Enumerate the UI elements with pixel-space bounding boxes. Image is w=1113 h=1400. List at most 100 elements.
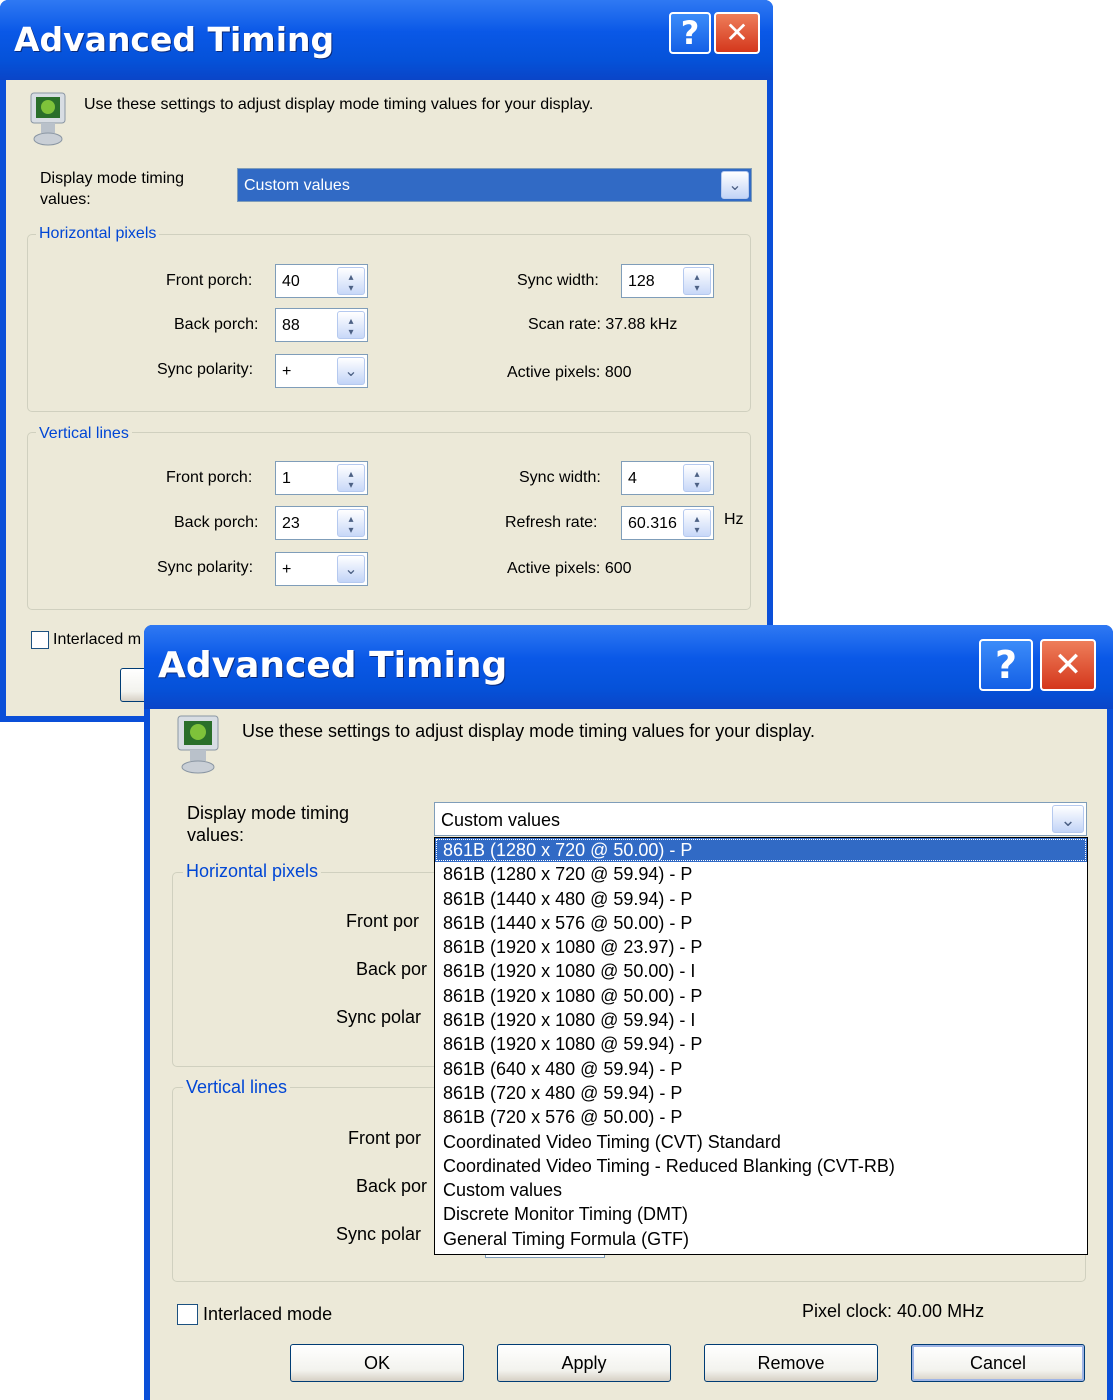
- front-client-area: Use these settings to adjust display mod…: [150, 709, 1107, 1400]
- monitor-icon: [176, 714, 224, 776]
- ok-button[interactable]: OK: [290, 1344, 464, 1382]
- front-v-back-porch-label: Back por: [356, 1176, 428, 1196]
- chevron-down-icon[interactable]: ⌄: [721, 171, 749, 199]
- h-back-porch-value: 88: [282, 317, 300, 334]
- v-back-porch-label: Back porch:: [174, 514, 259, 531]
- back-interlaced-checkbox[interactable]: [31, 631, 49, 649]
- front-close-button[interactable]: ✕: [1040, 639, 1096, 691]
- v-refresh-rate-spinner[interactable]: 60.316 ▴ ▾: [621, 506, 714, 540]
- h-sync-polarity-label: Sync polarity:: [157, 361, 254, 378]
- dropdown-option[interactable]: General Timing Formula (GTF): [435, 1227, 1087, 1251]
- front-vertical-title: Vertical lines: [183, 1077, 291, 1098]
- chevron-down-icon[interactable]: ⌄: [1052, 805, 1084, 833]
- h-active-pixels: Active pixels: 800: [507, 364, 632, 381]
- chevron-down-icon[interactable]: ⌄: [337, 357, 365, 385]
- h-back-porch-spinner[interactable]: 88 ▴ ▾: [275, 308, 368, 342]
- v-sync-polarity-value: +: [282, 561, 292, 578]
- dropdown-option[interactable]: 861B (1920 x 1080 @ 50.00) - I: [435, 959, 1087, 983]
- front-window-title: Advanced Timing: [158, 645, 508, 686]
- h-sync-width-value: 128: [628, 273, 655, 290]
- interlaced-mode-checkbox[interactable]: [177, 1304, 198, 1325]
- front-mode-label-1: Display mode timing: [187, 803, 350, 823]
- monitor-icon: [29, 91, 69, 149]
- dropdown-option[interactable]: 861B (1440 x 480 @ 59.94) - P: [435, 887, 1087, 911]
- v-refresh-rate-unit: Hz: [724, 511, 744, 528]
- cancel-button[interactable]: Cancel: [911, 1344, 1085, 1382]
- h-sync-width-spinner[interactable]: 128 ▴ ▾: [621, 264, 714, 298]
- h-front-porch-spinner[interactable]: 40 ▴ ▾: [275, 264, 368, 298]
- v-sync-polarity-select[interactable]: + ⌄: [275, 552, 368, 586]
- front-h-back-porch-label: Back por: [356, 959, 428, 979]
- front-intro-text: Use these settings to adjust display mod…: [242, 721, 815, 741]
- dropdown-option[interactable]: Coordinated Video Timing - Reduced Blank…: [435, 1154, 1087, 1178]
- v-front-porch-label: Front porch:: [166, 469, 253, 486]
- back-mode-label-1: Display mode timing: [40, 170, 185, 187]
- back-intro-text: Use these settings to adjust display mod…: [84, 96, 594, 113]
- front-dialog-window: Advanced Timing ? ✕ Use these settings t…: [144, 625, 1113, 1400]
- spinner-arrows-icon[interactable]: ▴ ▾: [337, 509, 365, 537]
- back-window-title: Advanced Timing: [14, 20, 335, 59]
- dropdown-option[interactable]: 861B (1920 x 1080 @ 23.97) - P: [435, 935, 1087, 959]
- back-mode-label-2: values:: [40, 191, 91, 208]
- back-mode-select[interactable]: Custom values ⌄: [237, 168, 752, 202]
- v-refresh-rate-value: 60.316: [628, 515, 677, 532]
- h-back-porch-label: Back porch:: [174, 316, 259, 333]
- spinner-arrows-icon[interactable]: ▴ ▾: [337, 311, 365, 339]
- v-sync-width-value: 4: [628, 470, 637, 487]
- dropdown-option[interactable]: 861B (720 x 480 @ 59.94) - P: [435, 1081, 1087, 1105]
- back-client-area: Use these settings to adjust display mod…: [6, 80, 767, 716]
- dropdown-option[interactable]: 861B (1920 x 1080 @ 59.94) - P: [435, 1032, 1087, 1056]
- dropdown-option[interactable]: 861B (1280 x 720 @ 50.00) - P: [435, 838, 1087, 863]
- back-horizontal-title: Horizontal pixels: [36, 225, 160, 243]
- h-sync-polarity-select[interactable]: + ⌄: [275, 354, 368, 388]
- v-back-porch-value: 23: [282, 515, 300, 532]
- front-v-sync-polarity-label: Sync polar: [336, 1224, 422, 1244]
- front-h-front-porch-label: Front por: [346, 911, 420, 931]
- back-vertical-title: Vertical lines: [36, 425, 132, 443]
- interlaced-mode-label: Interlaced mode: [203, 1304, 333, 1324]
- front-mode-select-value: Custom values: [441, 810, 561, 830]
- dropdown-option[interactable]: 861B (1920 x 1080 @ 50.00) - P: [435, 984, 1087, 1008]
- v-sync-width-spinner[interactable]: 4 ▴ ▾: [621, 461, 714, 495]
- h-sync-polarity-value: +: [282, 363, 292, 380]
- spinner-arrows-icon[interactable]: ▴ ▾: [337, 267, 365, 295]
- dropdown-option[interactable]: 861B (1440 x 576 @ 50.00) - P: [435, 911, 1087, 935]
- front-title-bar[interactable]: Advanced Timing ? ✕: [144, 625, 1113, 709]
- front-v-front-porch-label: Front por: [348, 1128, 422, 1148]
- dropdown-options: 861B (1280 x 720 @ 50.00) - P 861B (1280 …: [435, 838, 1087, 1251]
- v-sync-polarity-label: Sync polarity:: [157, 559, 254, 576]
- front-help-button[interactable]: ?: [979, 639, 1033, 691]
- apply-button[interactable]: Apply: [497, 1344, 671, 1382]
- front-mode-select[interactable]: Custom values ⌄: [434, 802, 1087, 836]
- v-front-porch-spinner[interactable]: 1 ▴ ▾: [275, 461, 368, 495]
- dropdown-option[interactable]: Custom values: [435, 1178, 1087, 1202]
- v-back-porch-spinner[interactable]: 23 ▴ ▾: [275, 506, 368, 540]
- v-active-pixels: Active pixels: 600: [507, 560, 632, 577]
- spinner-arrows-icon[interactable]: ▴ ▾: [337, 464, 365, 492]
- h-scan-rate: Scan rate: 37.88 kHz: [528, 316, 678, 333]
- front-horizontal-title: Horizontal pixels: [183, 861, 322, 882]
- back-close-button[interactable]: ✕: [714, 12, 760, 54]
- dropdown-option[interactable]: 861B (640 x 480 @ 59.94) - P: [435, 1057, 1087, 1081]
- back-help-button[interactable]: ?: [669, 12, 711, 54]
- spinner-arrows-icon[interactable]: ▴ ▾: [683, 464, 711, 492]
- back-title-bar[interactable]: Advanced Timing ? ✕: [0, 0, 773, 80]
- h-sync-width-label: Sync width:: [517, 272, 599, 289]
- h-front-porch-label: Front porch:: [166, 272, 253, 289]
- chevron-down-icon[interactable]: ⌄: [337, 555, 365, 583]
- back-dialog-window: Advanced Timing ? ✕ Use these settings t…: [0, 0, 773, 722]
- dropdown-option[interactable]: Coordinated Video Timing (CVT) Standard: [435, 1130, 1087, 1154]
- v-front-porch-value: 1: [282, 470, 291, 487]
- h-front-porch-value: 40: [282, 273, 300, 290]
- spinner-arrows-icon[interactable]: ▴ ▾: [683, 267, 711, 295]
- remove-button[interactable]: Remove: [704, 1344, 878, 1382]
- dropdown-option[interactable]: 861B (1280 x 720 @ 59.94) - P: [435, 862, 1087, 886]
- spinner-arrows-icon[interactable]: ▴ ▾: [683, 509, 711, 537]
- dropdown-option[interactable]: Discrete Monitor Timing (DMT): [435, 1202, 1087, 1226]
- pixel-clock-readout: Pixel clock: 40.00 MHz: [802, 1301, 985, 1321]
- mode-dropdown-list[interactable]: 861B (1280 x 720 @ 50.00) - P 861B (1280 …: [434, 837, 1088, 1255]
- front-mode-label-2: values:: [187, 825, 245, 845]
- dropdown-option[interactable]: 861B (1920 x 1080 @ 59.94) - I: [435, 1008, 1087, 1032]
- back-interlaced-label: Interlaced m: [53, 631, 142, 648]
- dropdown-option[interactable]: 861B (720 x 576 @ 50.00) - P: [435, 1105, 1087, 1129]
